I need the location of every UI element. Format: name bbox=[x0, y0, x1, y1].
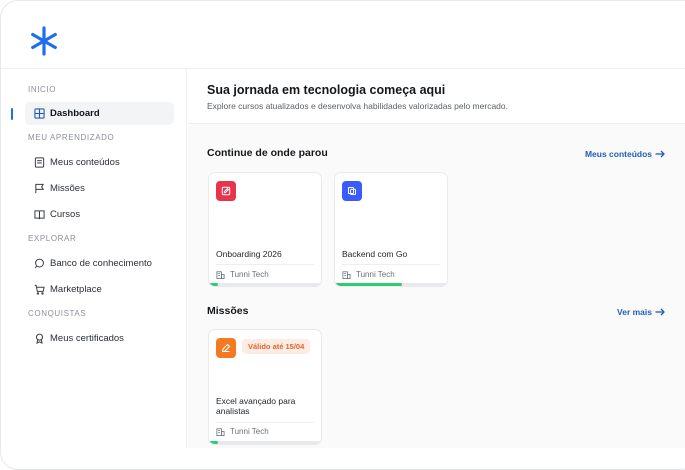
sidebar-item-marketplace[interactable]: Marketplace bbox=[25, 278, 174, 301]
content-card[interactable]: Backend com Go Tunni Tech bbox=[334, 172, 448, 287]
card-org-name: Tunni Tech bbox=[230, 427, 269, 436]
card-progress-track bbox=[209, 283, 321, 286]
card-progress-fill bbox=[209, 283, 218, 286]
sidebar-item-missoes[interactable]: Missões bbox=[25, 177, 174, 200]
card-title: Onboarding 2026 bbox=[216, 249, 282, 259]
card-divider bbox=[342, 264, 440, 265]
book-icon bbox=[34, 157, 45, 168]
missions-section-title: Missões bbox=[207, 305, 249, 317]
card-org: Tunni Tech bbox=[216, 427, 269, 436]
content-card[interactable]: Onboarding 2026 Tunni Tech bbox=[208, 172, 322, 287]
active-indicator bbox=[11, 108, 13, 120]
building-icon bbox=[342, 271, 351, 279]
card-progress-fill bbox=[209, 441, 218, 444]
building-icon bbox=[216, 271, 225, 279]
grid-icon bbox=[34, 108, 45, 119]
flag-icon bbox=[34, 183, 45, 194]
card-divider bbox=[216, 422, 314, 423]
meus-conteudos-link[interactable]: Meus conteúdos bbox=[585, 149, 665, 159]
sidebar-item-dashboard[interactable]: Dashboard bbox=[25, 102, 174, 125]
card-org: Tunni Tech bbox=[216, 270, 269, 279]
sidebar-item-label: Missões bbox=[50, 183, 85, 194]
brand-logo-icon[interactable] bbox=[29, 26, 59, 56]
card-org-name: Tunni Tech bbox=[356, 270, 395, 279]
sidebar-item-cursos[interactable]: Cursos bbox=[25, 203, 174, 226]
cart-icon bbox=[34, 284, 45, 295]
open-book-icon bbox=[34, 209, 45, 220]
sidebar-item-label: Dashboard bbox=[50, 108, 100, 119]
sidebar-item-banco-de-conhecimento[interactable]: Banco de conhecimento bbox=[25, 252, 174, 275]
sidebar-item-label: Meus certificados bbox=[50, 333, 124, 344]
sidebar-item-label: Cursos bbox=[50, 209, 81, 220]
continue-section-title: Continue de onde parou bbox=[207, 147, 328, 159]
link-label: Ver mais bbox=[617, 307, 652, 317]
card-org: Tunni Tech bbox=[342, 270, 395, 279]
link-label: Meus conteúdos bbox=[584, 149, 652, 159]
sidebar-section-explorar: EXPLORAR bbox=[28, 234, 77, 243]
copy-icon bbox=[342, 181, 362, 201]
validity-badge: Válido até 15/04 bbox=[242, 339, 311, 354]
page-title: Sua jornada em tecnologia começa aqui bbox=[207, 83, 446, 97]
main-content: Sua jornada em tecnologia começa aqui Ex… bbox=[188, 69, 685, 448]
card-progress-track bbox=[209, 441, 321, 444]
top-bar bbox=[1, 1, 685, 69]
search-icon bbox=[34, 258, 45, 269]
card-title: Backend com Go bbox=[342, 249, 408, 259]
page-subtitle: Explore cursos atualizados e desenvolva … bbox=[207, 101, 508, 111]
award-icon bbox=[34, 333, 45, 344]
card-title: Excel avançado para analistas bbox=[216, 396, 296, 416]
mission-card[interactable]: Válido até 15/04 Excel avançado para ana… bbox=[208, 329, 322, 445]
sidebar-item-meus-certificados[interactable]: Meus certificados bbox=[25, 327, 174, 350]
card-progress-track bbox=[335, 283, 447, 286]
sidebar: INICIO Dashboard MEU APRENDIZADO Meus co… bbox=[1, 69, 187, 448]
pen-icon bbox=[216, 338, 236, 358]
sidebar-section-inicio: INICIO bbox=[28, 85, 57, 94]
edit-icon bbox=[216, 181, 236, 201]
sidebar-item-label: Marketplace bbox=[50, 284, 102, 295]
sidebar-item-label: Meus conteúdos bbox=[50, 157, 120, 168]
card-divider bbox=[216, 264, 314, 265]
sidebar-item-meus-conteudos[interactable]: Meus conteúdos bbox=[25, 151, 174, 174]
sidebar-section-conquistas: CONQUISTAS bbox=[28, 309, 87, 318]
app-frame: INICIO Dashboard MEU APRENDIZADO Meus co… bbox=[0, 0, 685, 470]
sidebar-section-meu-aprendizado: MEU APRENDIZADO bbox=[28, 133, 115, 142]
building-icon bbox=[216, 428, 225, 436]
card-progress-fill bbox=[335, 283, 403, 286]
sidebar-item-label: Banco de conhecimento bbox=[50, 258, 152, 269]
ver-mais-link[interactable]: Ver mais bbox=[617, 307, 665, 317]
card-org-name: Tunni Tech bbox=[230, 270, 269, 279]
hero-banner: Sua jornada em tecnologia começa aqui Ex… bbox=[188, 69, 685, 124]
arrow-right-icon bbox=[655, 308, 665, 316]
arrow-right-icon bbox=[655, 150, 665, 158]
